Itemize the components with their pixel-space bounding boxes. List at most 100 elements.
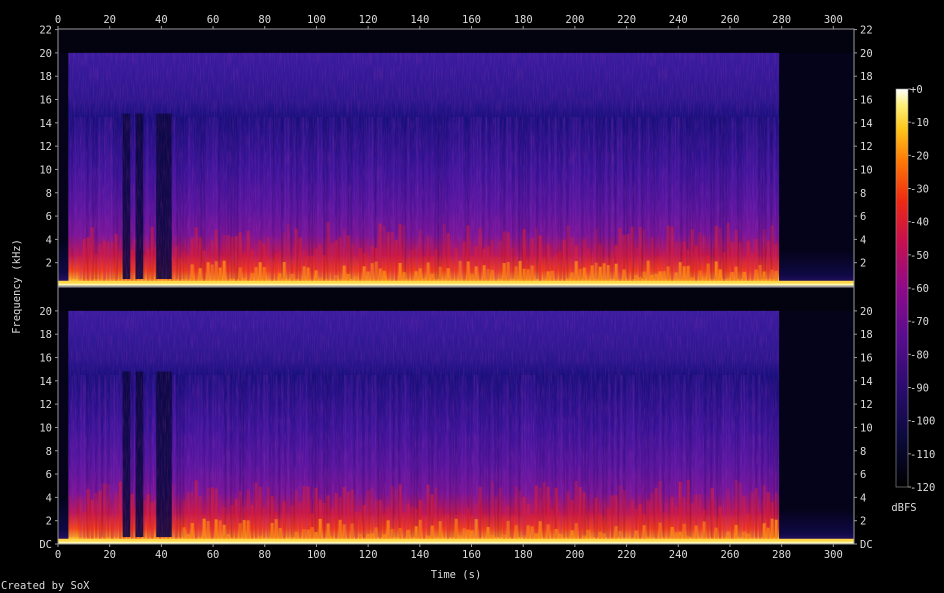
y-tick-label: 12 xyxy=(860,399,873,411)
x-tick-label: 120 xyxy=(359,14,378,26)
y-tick-label: 8 xyxy=(860,188,866,200)
colorbar-tick-label: -110 xyxy=(910,449,935,461)
y-tick-label: 20 xyxy=(860,48,873,60)
x-tick-label: 140 xyxy=(410,549,429,561)
x-tick-label: 300 xyxy=(824,14,843,26)
x-tick-label: 240 xyxy=(669,549,688,561)
y-tick-label: 22 xyxy=(39,25,52,37)
y-tick-label: 10 xyxy=(860,164,873,176)
y-tick-label: DC xyxy=(860,539,873,551)
y-tick-label: 14 xyxy=(39,118,52,130)
y-tick-label: 14 xyxy=(39,376,52,388)
colorbar-tick-label: -60 xyxy=(910,283,929,295)
x-tick-label: 160 xyxy=(462,549,481,561)
x-tick-label: 220 xyxy=(617,14,636,26)
colorbar-tick-label: -100 xyxy=(910,416,935,428)
y-tick-label: 8 xyxy=(860,446,866,458)
y-tick-label: 12 xyxy=(39,399,52,411)
y-tick-label: 16 xyxy=(860,95,873,107)
x-tick-label: 300 xyxy=(824,549,843,561)
colorbar-tick-label: -80 xyxy=(910,349,929,361)
y-tick-label: 20 xyxy=(39,48,52,60)
colorbar-tick-label: -70 xyxy=(910,316,929,328)
x-tick-label: 240 xyxy=(669,14,688,26)
y-tick-label: 6 xyxy=(860,469,866,481)
colorbar xyxy=(896,89,908,487)
x-tick-label: 280 xyxy=(772,549,791,561)
credit-text: Created by SoX xyxy=(1,580,90,592)
y-tick-label: 4 xyxy=(46,234,52,246)
x-tick-label: 180 xyxy=(514,14,533,26)
x-tick-label: 180 xyxy=(514,549,533,561)
y-tick-label: 4 xyxy=(860,492,866,504)
x-tick-label: 80 xyxy=(258,549,271,561)
x-tick-label: 100 xyxy=(307,14,326,26)
x-tick-label: 100 xyxy=(307,549,326,561)
colorbar-tick-label: -90 xyxy=(910,383,929,395)
above-cutoff-region xyxy=(58,287,854,311)
x-tick-label: 0 xyxy=(55,14,61,26)
x-tick-label: 260 xyxy=(720,549,739,561)
x-tick-label: 60 xyxy=(207,549,220,561)
y-tick-label: 14 xyxy=(860,118,873,130)
x-tick-label: 280 xyxy=(772,14,791,26)
above-cutoff-region xyxy=(58,29,854,53)
y-tick-label: 10 xyxy=(39,164,52,176)
y-tick-label: 6 xyxy=(46,469,52,481)
x-tick-label: 140 xyxy=(410,14,429,26)
y-tick-label: 4 xyxy=(860,234,866,246)
x-tick-label: 200 xyxy=(565,14,584,26)
lead-in-fade xyxy=(58,497,69,544)
y-tick-label: 6 xyxy=(860,211,866,223)
grain-overlay xyxy=(68,310,780,544)
x-tick-label: 160 xyxy=(462,14,481,26)
y-tick-label: 2 xyxy=(860,258,866,270)
y-tick-label: DC xyxy=(39,539,52,551)
x-tick-label: 20 xyxy=(103,549,116,561)
y-tick-label: 10 xyxy=(860,422,873,434)
y-tick-label: 18 xyxy=(39,71,52,83)
x-tick-label: 40 xyxy=(155,14,168,26)
y-tick-label: 18 xyxy=(860,71,873,83)
y-tick-label: 4 xyxy=(46,492,52,504)
y-axis-label: Frequency (kHz) xyxy=(11,239,23,334)
y-tick-label: 2 xyxy=(860,516,866,528)
x-tick-label: 60 xyxy=(207,14,220,26)
y-tick-label: 8 xyxy=(46,446,52,458)
y-tick-label: 2 xyxy=(46,258,52,270)
y-tick-label: 16 xyxy=(39,353,52,365)
y-tick-label: 18 xyxy=(860,329,873,341)
y-tick-label: 2 xyxy=(46,516,52,528)
y-tick-label: 16 xyxy=(860,353,873,365)
y-tick-label: 8 xyxy=(46,188,52,200)
y-tick-label: 12 xyxy=(860,141,873,153)
y-tick-label: 18 xyxy=(39,329,52,341)
y-tick-label: 10 xyxy=(39,422,52,434)
x-tick-label: 220 xyxy=(617,549,636,561)
colorbar-tick-label: +0 xyxy=(910,84,923,96)
y-tick-label: 12 xyxy=(39,141,52,153)
y-tick-label: 16 xyxy=(39,95,52,107)
colorbar-label: dBFS xyxy=(891,502,916,514)
y-tick-label: 14 xyxy=(860,376,873,388)
x-tick-label: 260 xyxy=(720,14,739,26)
x-tick-label: 200 xyxy=(565,549,584,561)
colorbar-tick-label: -10 xyxy=(910,117,929,129)
x-tick-label: 80 xyxy=(258,14,271,26)
x-axis-label: Time (s) xyxy=(431,569,482,581)
spectrogram-chart: 2 24 46 68 810 1012 1214 1416 1618 1820 2022 22DC DC… xyxy=(11,14,935,581)
y-tick-label: 20 xyxy=(39,306,52,318)
grain-overlay xyxy=(68,52,780,286)
y-tick-label: 6 xyxy=(46,211,52,223)
colorbar-tick-label: -20 xyxy=(910,150,929,162)
x-tick-label: 0 xyxy=(55,549,61,561)
colorbar-tick-label: -50 xyxy=(910,250,929,262)
lead-in-fade xyxy=(58,239,69,286)
x-tick-label: 120 xyxy=(359,549,378,561)
colorbar-tick-label: -30 xyxy=(910,184,929,196)
y-tick-label: 20 xyxy=(860,306,873,318)
y-tick-label: 22 xyxy=(860,25,873,37)
colorbar-tick-label: -120 xyxy=(910,482,935,494)
x-tick-label: 40 xyxy=(155,549,168,561)
colorbar-tick-label: -40 xyxy=(910,217,929,229)
